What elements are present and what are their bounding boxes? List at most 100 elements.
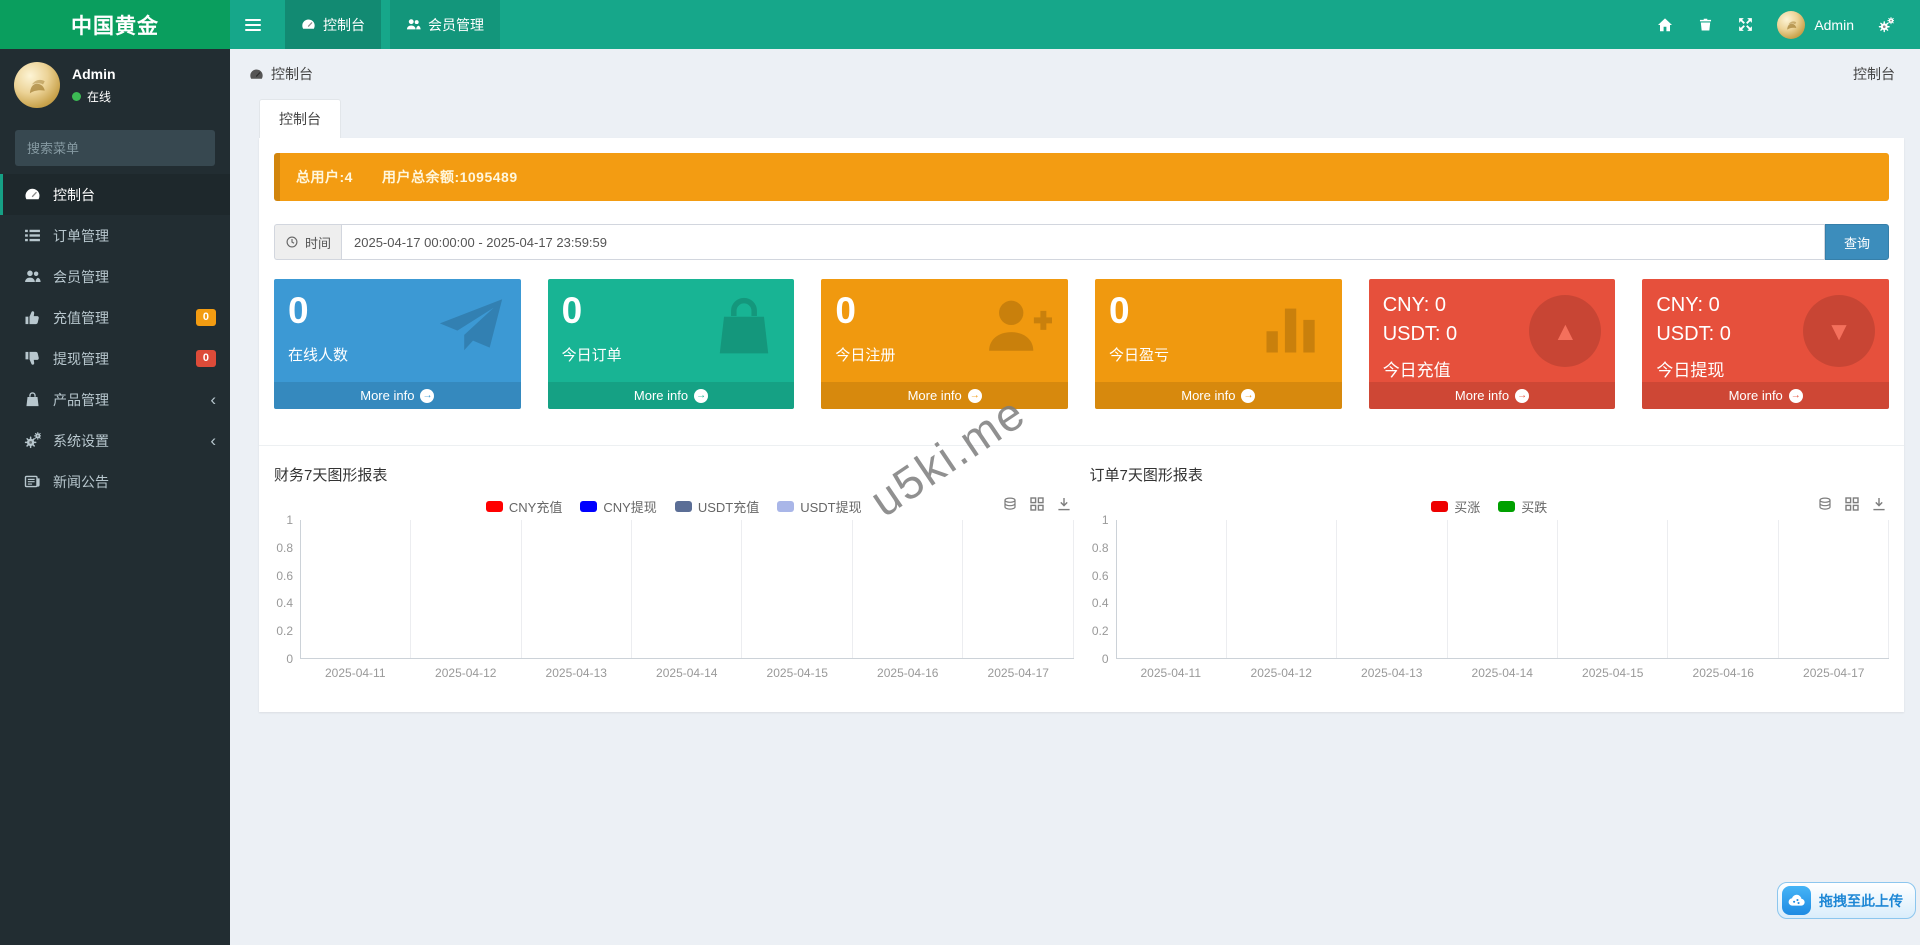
info-box-profit: 0 今日盈亏 More info → — [1095, 279, 1342, 409]
upload-label: 拖拽至此上传 — [1819, 891, 1903, 911]
top-navbar: 中国黄金 控制台 会员管理 Admin — [0, 0, 1920, 49]
sidebar-item-label: 控制台 — [53, 185, 95, 205]
home-icon — [1657, 17, 1673, 33]
arrow-circle-icon: → — [694, 389, 708, 403]
shopping-bag-icon — [24, 391, 41, 408]
breadcrumb: 控制台 — [249, 64, 313, 84]
upload-dropzone[interactable]: 拖拽至此上传 — [1777, 882, 1916, 919]
sidebar-item-label: 产品管理 — [53, 390, 109, 410]
plot-area: 1 0.8 0.6 0.4 0.2 0 — [1090, 520, 1890, 659]
online-status[interactable]: 在线 — [72, 88, 116, 105]
data-zoom-icon[interactable] — [1817, 496, 1833, 512]
chart-toolbox — [1817, 496, 1887, 512]
users-icon — [406, 17, 421, 32]
x-tick: 2025-04-12 — [411, 666, 522, 680]
legend-item[interactable]: CNY充值 — [486, 497, 562, 516]
legend-swatch — [777, 501, 794, 512]
y-tick: 0.6 — [1092, 569, 1109, 583]
clear-cache-button[interactable] — [1685, 0, 1725, 49]
more-info-link[interactable]: More info → — [1642, 382, 1889, 409]
home-button[interactable] — [1645, 0, 1685, 49]
save-image-icon[interactable] — [1871, 496, 1887, 512]
chart-grid — [300, 520, 1074, 659]
navbar-tab-members[interactable]: 会员管理 — [390, 0, 500, 49]
sidebar-item-withdraw[interactable]: 提现管理 0 — [0, 338, 230, 379]
page-title: 控制台 — [271, 64, 313, 84]
more-info-link[interactable]: More info → — [821, 382, 1068, 409]
thumbs-up-icon — [24, 309, 41, 326]
chart-legend: CNY充值 CNY提现 USDT充值 USDT提现 — [274, 494, 1074, 518]
sidebar-item-label: 会员管理 — [53, 267, 109, 287]
breadcrumb-right: 控制台 — [1853, 64, 1895, 84]
search-input[interactable] — [15, 141, 215, 156]
chevron-left-icon: ‹ — [210, 391, 216, 408]
sidebar-item-news[interactable]: 新闻公告 — [0, 461, 230, 502]
data-view-icon[interactable] — [1029, 496, 1045, 512]
orders-chart: 订单7天图形报表 买涨 买跌 1 0.8 — [1090, 464, 1890, 680]
sidebar-item-recharge[interactable]: 充值管理 0 — [0, 297, 230, 338]
legend-swatch — [486, 501, 503, 512]
save-image-icon[interactable] — [1056, 496, 1072, 512]
sidebar-item-members[interactable]: 会员管理 — [0, 256, 230, 297]
fullscreen-button[interactable] — [1725, 0, 1765, 49]
thumbs-down-icon — [24, 350, 41, 367]
arrow-circle-icon: → — [1241, 389, 1255, 403]
x-tick: 2025-04-12 — [1226, 666, 1337, 680]
sidebar-item-dashboard[interactable]: 控制台 — [0, 174, 230, 215]
users-icon — [24, 268, 41, 285]
sidebar-item-label: 系统设置 — [53, 431, 109, 451]
legend-item[interactable]: 买跌 — [1498, 497, 1547, 516]
chart-title: 订单7天图形报表 — [1090, 464, 1890, 485]
y-tick: 0.8 — [276, 541, 293, 555]
legend-item[interactable]: 买涨 — [1431, 497, 1480, 516]
query-button[interactable]: 查询 — [1825, 224, 1889, 260]
dashboard-icon — [24, 186, 41, 203]
chevron-left-icon: ‹ — [210, 432, 216, 449]
x-axis-labels: 2025-04-11 2025-04-12 2025-04-13 2025-04… — [1116, 666, 1890, 680]
content-area: 控制台 控制台 控制台 总用户:4 用户总余额:1095489 时间 查询 0 … — [230, 49, 1920, 945]
legend-item[interactable]: USDT充值 — [675, 497, 759, 516]
sidebar-item-label: 提现管理 — [53, 349, 109, 369]
more-info-link[interactable]: More info → — [274, 382, 521, 409]
legend-item[interactable]: CNY提现 — [580, 497, 656, 516]
time-filter-label: 时间 — [274, 224, 341, 260]
x-tick: 2025-04-11 — [1116, 666, 1227, 680]
y-tick: 0 — [286, 652, 293, 666]
x-tick: 2025-04-16 — [853, 666, 964, 680]
date-range-input[interactable] — [341, 224, 1825, 260]
avatar — [1777, 11, 1805, 39]
user-menu[interactable]: Admin — [1765, 11, 1866, 39]
x-tick: 2025-04-11 — [300, 666, 411, 680]
data-zoom-icon[interactable] — [1002, 496, 1018, 512]
navbar-tab-label: 控制台 — [323, 15, 365, 35]
online-status-dot — [72, 92, 81, 101]
sidebar-item-settings[interactable]: 系统设置 ‹ — [0, 420, 230, 461]
finance-chart: 财务7天图形报表 CNY充值 CNY提现 USDT充值 USDT提现 — [274, 464, 1074, 680]
app-logo[interactable]: 中国黄金 — [0, 0, 230, 49]
more-info-link[interactable]: More info → — [1369, 382, 1616, 409]
x-tick: 2025-04-17 — [1779, 666, 1890, 680]
arrow-circle-icon: → — [1789, 389, 1803, 403]
settings-button[interactable] — [1866, 0, 1906, 49]
tab-dashboard[interactable]: 控制台 — [259, 99, 341, 138]
trash-icon — [1698, 17, 1713, 32]
legend-item[interactable]: USDT提现 — [777, 497, 861, 516]
sidebar-toggle-button[interactable] — [230, 0, 276, 49]
y-tick: 0.4 — [276, 596, 293, 610]
chart-grid — [1116, 520, 1890, 659]
sidebar-item-orders[interactable]: 订单管理 — [0, 215, 230, 256]
more-info-link[interactable]: More info → — [548, 382, 795, 409]
sidebar-user-panel: Admin 在线 — [0, 49, 230, 120]
sidebar-item-label: 充值管理 — [53, 308, 109, 328]
user-plus-icon — [984, 293, 1052, 361]
more-info-link[interactable]: More info → — [1095, 382, 1342, 409]
navbar-tab-dashboard[interactable]: 控制台 — [285, 0, 381, 49]
time-filter: 时间 查询 — [274, 224, 1889, 260]
sidebar-item-products[interactable]: 产品管理 ‹ — [0, 379, 230, 420]
chart-title: 财务7天图形报表 — [274, 464, 1074, 485]
data-view-icon[interactable] — [1844, 496, 1860, 512]
legend-swatch — [1431, 501, 1448, 512]
x-tick: 2025-04-17 — [963, 666, 1074, 680]
gears-icon — [1878, 17, 1894, 33]
navbar-tab-label: 会员管理 — [428, 15, 484, 35]
